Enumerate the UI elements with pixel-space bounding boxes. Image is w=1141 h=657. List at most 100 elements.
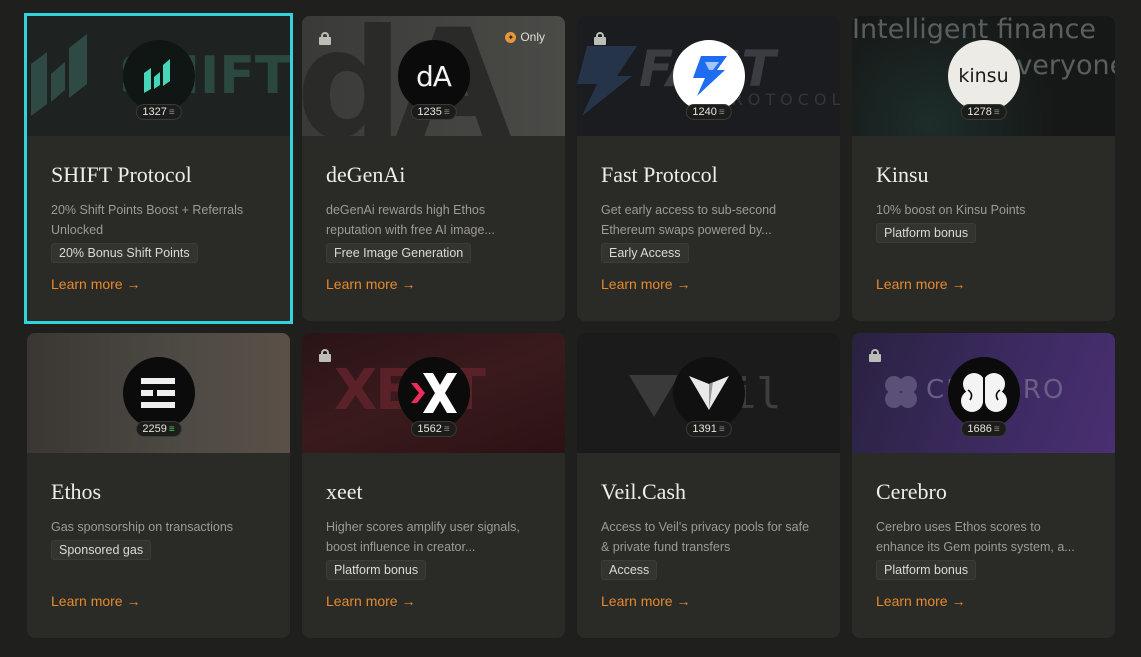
lock-icon bbox=[869, 349, 881, 362]
ethos-score-badge: 1562 ≡ bbox=[410, 421, 457, 437]
badge-label: Only bbox=[520, 30, 545, 44]
card-title: Kinsu bbox=[876, 162, 929, 187]
ethos-icon: ≡ bbox=[168, 106, 175, 118]
avatar bbox=[397, 357, 470, 429]
lock-icon bbox=[319, 349, 331, 362]
card-banner: SHIFT 1327 ≡ bbox=[27, 16, 290, 136]
card-title: SHIFT Protocol bbox=[51, 162, 192, 187]
veil-logo-icon bbox=[688, 376, 729, 410]
integrations-grid: SHIFT 1327 ≡ SHIFT Protocol 20% Shift Po… bbox=[24, 13, 1115, 638]
card-description: deGenAi rewards high Ethos reputation wi… bbox=[326, 203, 495, 237]
ethos-icon: ≡ bbox=[718, 423, 725, 435]
card-xeet[interactable]: XEET 1562 ≡ xeet Higher scores amplify u… bbox=[302, 333, 565, 638]
bolt-banner-icon bbox=[577, 46, 637, 116]
score-value: 1240 bbox=[692, 106, 717, 118]
card-description: Gas sponsorship on transactions bbox=[51, 520, 234, 534]
score-value: 1278 bbox=[967, 106, 992, 118]
benefit-tag: Free Image Generation bbox=[326, 243, 472, 263]
score-value: 2259 bbox=[142, 423, 167, 435]
benefit-tag: Early Access bbox=[601, 243, 689, 263]
benefit-tag: Platform bonus bbox=[326, 560, 427, 580]
card-banner: 2259 ≡ bbox=[27, 333, 290, 453]
card-banner: il 1391 ≡ bbox=[577, 333, 840, 453]
card-banner: FAST PROTOCOL 1240 ≡ bbox=[577, 16, 840, 136]
card-fast-protocol[interactable]: FAST PROTOCOL 1240 ≡ Fast Protocol Get e… bbox=[577, 16, 840, 321]
card-ethos[interactable]: 2259 ≡ Ethos Gas sponsorship on transact… bbox=[27, 333, 290, 638]
banner-text: Intelligent finance bbox=[852, 16, 1097, 45]
card-shift-protocol[interactable]: SHIFT 1327 ≡ SHIFT Protocol 20% Shift Po… bbox=[24, 13, 293, 324]
learn-more-link[interactable]: Learn more → bbox=[326, 276, 415, 292]
brain-icon bbox=[960, 373, 1007, 414]
ethos-score-badge: 1240 ≡ bbox=[685, 104, 732, 120]
kinsu-logo-icon: kinsu bbox=[958, 65, 1009, 87]
score-value: 1235 bbox=[417, 106, 442, 118]
card-title: Veil.Cash bbox=[601, 479, 686, 504]
card-title: Ethos bbox=[51, 479, 102, 504]
brain-banner-icon bbox=[885, 376, 917, 408]
score-value: 1327 bbox=[142, 106, 167, 118]
avatar bbox=[947, 357, 1020, 429]
score-value: 1391 bbox=[692, 423, 717, 435]
score-value: 1562 bbox=[417, 423, 442, 435]
learn-more-link[interactable]: Learn more → bbox=[601, 276, 690, 292]
benefit-tag: Platform bonus bbox=[876, 560, 977, 580]
ethos-score-badge: 1391 ≡ bbox=[685, 421, 732, 437]
learn-more-link[interactable]: Learn more → bbox=[51, 276, 140, 292]
card-title: Fast Protocol bbox=[601, 162, 718, 187]
shift-banner-mark-icon bbox=[31, 34, 87, 116]
shift-logo-icon bbox=[143, 59, 170, 93]
learn-more-link[interactable]: Learn more → bbox=[876, 276, 965, 292]
veil-banner-mark-icon bbox=[629, 375, 679, 417]
card-description: 20% Shift Points Boost + Referrals Unloc… bbox=[51, 203, 244, 237]
ethos-icon: ≡ bbox=[443, 423, 450, 435]
card-cerebro[interactable]: CEREBRO 1686 ≡ Cerebro Cerebro uses Etho… bbox=[852, 333, 1115, 638]
learn-more-link[interactable]: Learn more → bbox=[601, 593, 690, 609]
ethos-icon: ≡ bbox=[993, 423, 1000, 435]
card-description: 10% boost on Kinsu Points bbox=[876, 203, 1026, 217]
ethos-icon: ≡ bbox=[993, 106, 1000, 118]
lock-icon bbox=[594, 32, 606, 45]
xeet-logo-icon bbox=[410, 373, 457, 413]
only-badge: ✦ Only bbox=[505, 30, 545, 44]
card-description: Higher scores amplify user signals, boos… bbox=[326, 520, 520, 554]
learn-more-link[interactable]: Learn more → bbox=[326, 593, 415, 609]
learn-more-link[interactable]: Learn more → bbox=[876, 593, 965, 609]
ethos-score-badge: 1686 ≡ bbox=[960, 421, 1007, 437]
benefit-tag: Platform bonus bbox=[876, 223, 977, 243]
avatar: dA bbox=[397, 40, 470, 112]
score-value: 1686 bbox=[967, 423, 992, 435]
benefit-tag: 20% Bonus Shift Points bbox=[51, 243, 198, 263]
card-description: Access to Veil's privacy pools for safe … bbox=[601, 520, 810, 554]
card-banner: XEET 1562 ≡ bbox=[302, 333, 565, 453]
ethos-score-badge: 1235 ≡ bbox=[410, 104, 457, 120]
avatar bbox=[672, 357, 745, 429]
card-veil-cash[interactable]: il 1391 ≡ Veil.Cash Access to Veil's pri… bbox=[577, 333, 840, 638]
card-title: deGenAi bbox=[326, 162, 406, 187]
avatar bbox=[672, 40, 745, 112]
ethos-icon: ≡ bbox=[718, 106, 725, 118]
ethos-icon: ≡ bbox=[168, 423, 175, 435]
card-banner: Intelligent finance for everyone kinsu 1… bbox=[852, 16, 1115, 136]
degenai-logo-icon: dA bbox=[416, 59, 452, 93]
ethos-score-badge: 1327 ≡ bbox=[135, 104, 182, 120]
card-degenai[interactable]: dA ✦ Only dA 1235 ≡ deGenAi deGenAi rewa… bbox=[302, 16, 565, 321]
learn-more-link[interactable]: Learn more → bbox=[51, 593, 140, 609]
ethos-score-badge: 2259 ≡ bbox=[135, 421, 182, 437]
avatar bbox=[122, 40, 195, 112]
ethos-score-badge: 1278 ≡ bbox=[960, 104, 1007, 120]
lock-icon bbox=[319, 32, 331, 45]
avatar: kinsu bbox=[947, 40, 1020, 112]
benefit-tag: Access bbox=[601, 560, 658, 580]
ethos-icon: ≡ bbox=[443, 106, 450, 118]
avatar bbox=[122, 357, 195, 429]
card-banner: dA ✦ Only dA 1235 ≡ bbox=[302, 16, 565, 136]
card-kinsu[interactable]: Intelligent finance for everyone kinsu 1… bbox=[852, 16, 1115, 321]
card-title: Cerebro bbox=[876, 479, 947, 504]
ethos-logo-icon bbox=[140, 378, 175, 408]
benefit-tag: Sponsored gas bbox=[51, 540, 152, 560]
card-banner: CEREBRO 1686 ≡ bbox=[852, 333, 1115, 453]
card-title: xeet bbox=[326, 479, 363, 504]
card-description: Cerebro uses Ethos scores to enhance its… bbox=[876, 520, 1075, 554]
lightning-bolt-icon bbox=[692, 56, 727, 96]
card-description: Get early access to sub-second Ethereum … bbox=[601, 203, 777, 237]
